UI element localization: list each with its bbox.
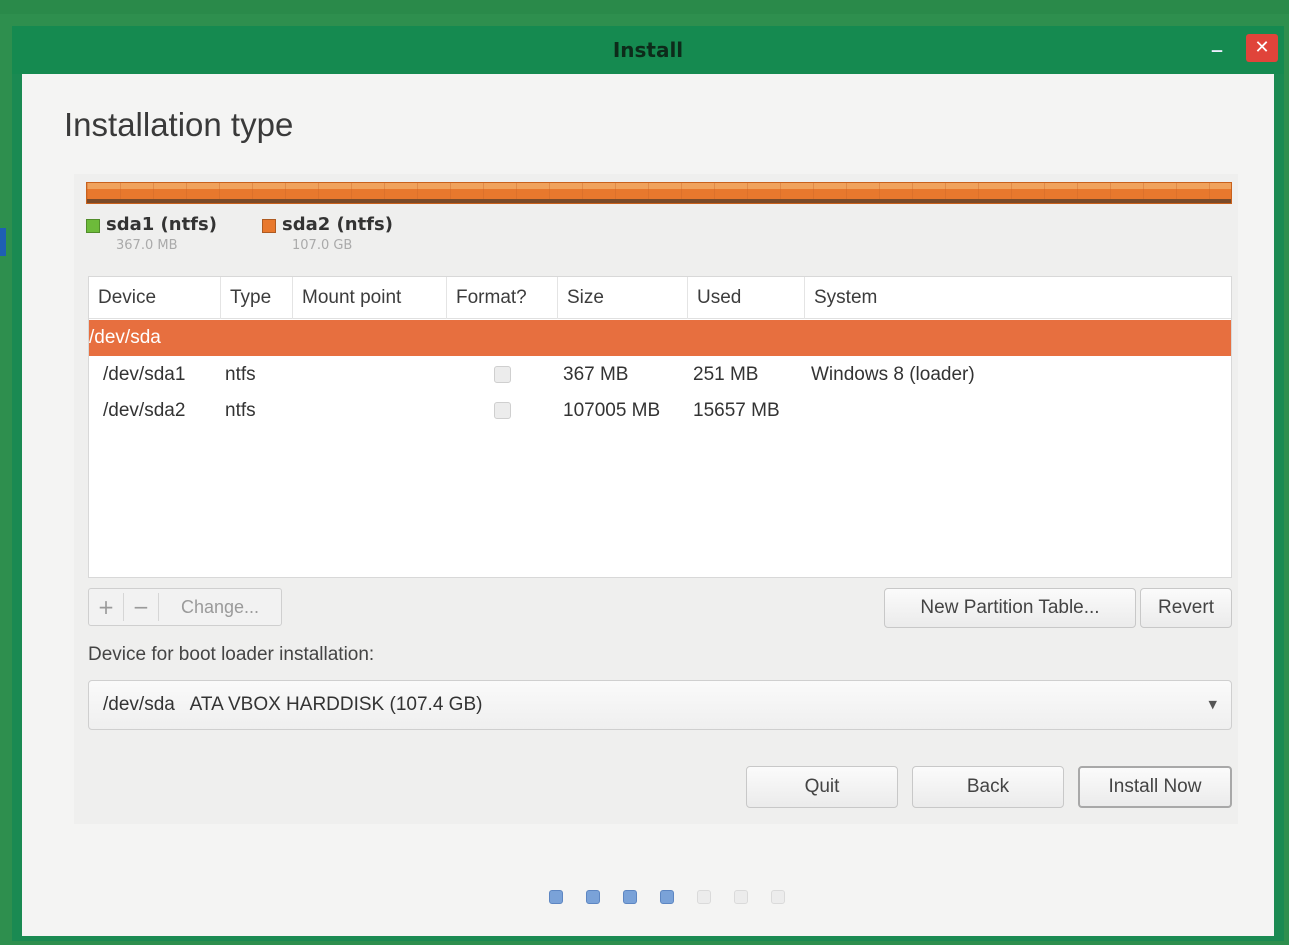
row-used: 15657 MB bbox=[693, 400, 780, 421]
back-button[interactable]: Back bbox=[912, 766, 1064, 808]
boot-loader-label: Device for boot loader installation: bbox=[88, 644, 375, 665]
table-row-selected[interactable]: /dev/sda bbox=[89, 320, 1231, 356]
legend-swatch-sda2 bbox=[262, 219, 276, 233]
add-partition-button[interactable]: + bbox=[89, 589, 123, 625]
row-type: ntfs bbox=[225, 364, 256, 385]
close-button[interactable]: ✕ bbox=[1246, 34, 1278, 62]
column-header-type[interactable]: Type bbox=[221, 277, 293, 319]
remove-partition-button[interactable]: − bbox=[124, 589, 158, 625]
row-type: ntfs bbox=[225, 400, 256, 421]
legend-size: 367.0 MB bbox=[116, 238, 178, 253]
change-partition-button[interactable]: Change... bbox=[159, 589, 281, 625]
step-dot bbox=[734, 890, 748, 904]
row-device: /dev/sda2 bbox=[103, 400, 186, 421]
window-title: Install bbox=[612, 38, 684, 62]
titlebar: Install – ✕ bbox=[12, 26, 1284, 74]
format-checkbox[interactable] bbox=[494, 402, 511, 419]
column-header-system[interactable]: System bbox=[805, 277, 1231, 319]
step-dot bbox=[771, 890, 785, 904]
page-title: Installation type bbox=[64, 106, 294, 143]
minimize-button[interactable]: – bbox=[1206, 36, 1228, 64]
new-partition-table-button[interactable]: New Partition Table... bbox=[884, 588, 1136, 628]
column-header-size[interactable]: Size bbox=[558, 277, 688, 319]
legend-label: sda2 (ntfs) bbox=[282, 214, 393, 235]
step-dot bbox=[697, 890, 711, 904]
chevron-down-icon: ▼ bbox=[1208, 698, 1217, 711]
column-header-mount-point[interactable]: Mount point bbox=[293, 277, 447, 319]
step-dot bbox=[586, 890, 600, 904]
table-row[interactable]: /dev/sda2 ntfs 107005 MB 15657 MB bbox=[89, 393, 1231, 429]
installer-window: Install – ✕ Installation type sda1 (ntfs… bbox=[12, 26, 1284, 941]
desktop-icon-edge bbox=[0, 228, 6, 256]
row-used: 251 MB bbox=[693, 364, 759, 385]
desktop-background bbox=[0, 0, 1289, 14]
row-size: 107005 MB bbox=[563, 400, 661, 421]
row-size: 367 MB bbox=[563, 364, 629, 385]
row-device: /dev/sda1 bbox=[103, 364, 186, 385]
legend-swatch-sda1 bbox=[86, 219, 100, 233]
row-system: Windows 8 (loader) bbox=[811, 364, 975, 385]
column-header-used[interactable]: Used bbox=[688, 277, 805, 319]
column-header-device[interactable]: Device bbox=[89, 277, 221, 319]
format-checkbox[interactable] bbox=[494, 366, 511, 383]
step-dot bbox=[623, 890, 637, 904]
partition-table[interactable]: Device Type Mount point Format? Size Use… bbox=[88, 276, 1232, 578]
legend-label: sda1 (ntfs) bbox=[106, 214, 217, 235]
step-dot bbox=[660, 890, 674, 904]
boot-loader-select[interactable]: /dev/sda ATA VBOX HARDDISK (107.4 GB) ▼ bbox=[88, 680, 1232, 730]
row-device: /dev/sda bbox=[89, 327, 161, 348]
step-dot bbox=[549, 890, 563, 904]
table-header: Device Type Mount point Format? Size Use… bbox=[89, 277, 1231, 319]
install-now-button[interactable]: Install Now bbox=[1078, 766, 1232, 808]
revert-button[interactable]: Revert bbox=[1140, 588, 1232, 628]
column-header-format[interactable]: Format? bbox=[447, 277, 558, 319]
legend-size: 107.0 GB bbox=[292, 238, 353, 253]
partition-bar bbox=[86, 182, 1232, 204]
boot-loader-value: /dev/sda ATA VBOX HARDDISK (107.4 GB) bbox=[103, 694, 483, 715]
partition-bar-shadow bbox=[87, 199, 1231, 203]
partition-toolbar: + − Change... bbox=[88, 588, 282, 626]
table-row[interactable]: /dev/sda1 ntfs 367 MB 251 MB Windows 8 (… bbox=[89, 357, 1231, 393]
partition-panel: sda1 (ntfs) 367.0 MB sda2 (ntfs) 107.0 G… bbox=[74, 174, 1238, 824]
window-content: Installation type sda1 (ntfs) 367.0 MB s… bbox=[22, 74, 1274, 936]
quit-button[interactable]: Quit bbox=[746, 766, 898, 808]
